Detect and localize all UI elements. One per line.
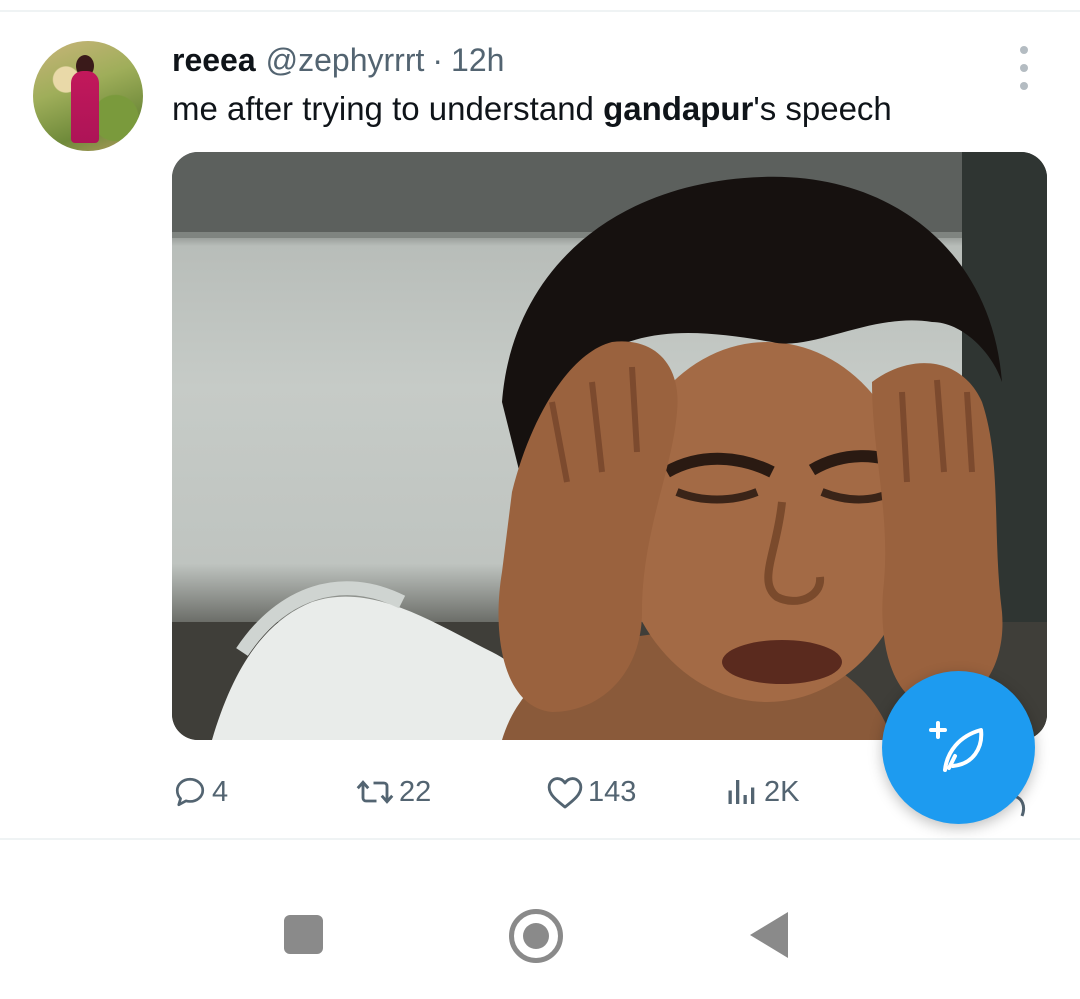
separator-dot: · <box>432 42 444 78</box>
like-count: 143 <box>588 775 637 808</box>
home-circle-inner <box>523 923 549 949</box>
compose-tweet-button[interactable] <box>882 671 1035 824</box>
more-dot <box>1020 64 1028 72</box>
recents-square-icon[interactable] <box>284 915 323 954</box>
tweet-text-after: 's speech <box>753 90 892 127</box>
reply-icon <box>175 777 205 807</box>
views-count: 2K <box>764 775 800 808</box>
avatar[interactable] <box>33 41 143 151</box>
compose-tweet-icon <box>928 720 983 772</box>
home-circle-icon[interactable] <box>509 909 563 963</box>
like-button[interactable]: 143 <box>546 772 636 812</box>
tweet-media-image[interactable] <box>172 152 1047 740</box>
reply-count: 4 <box>212 775 229 808</box>
views-button[interactable]: 2K <box>724 772 799 812</box>
retweet-button[interactable]: 22 <box>355 772 431 812</box>
more-dot <box>1020 82 1028 90</box>
back-triangle-icon[interactable] <box>750 912 788 958</box>
retweet-count: 22 <box>399 775 432 808</box>
meme-photo <box>172 152 1047 740</box>
heart-icon <box>547 777 583 809</box>
tweet-text-bold: gandapur <box>603 90 754 127</box>
android-navigation-bar <box>0 840 1080 999</box>
retweet-icon <box>356 780 394 804</box>
tweet-header: reeea @zephyrrrt · 12h <box>172 42 504 82</box>
reply-button[interactable]: 4 <box>172 772 228 812</box>
tweet-timestamp[interactable]: 12h <box>451 42 504 79</box>
tweet-text-before: me after trying to understand <box>172 90 604 127</box>
more-dot <box>1020 46 1028 54</box>
more-options-icon[interactable] <box>1012 46 1036 90</box>
tweet-actions: 4 22 143 2K <box>172 772 872 812</box>
tweet-text: me after trying to understand gandapur's… <box>172 90 892 128</box>
display-name[interactable]: reeea <box>172 42 256 79</box>
avatar-figure-body <box>71 71 99 143</box>
user-handle[interactable]: @zephyrrrt <box>266 42 425 79</box>
views-icon <box>728 780 755 804</box>
